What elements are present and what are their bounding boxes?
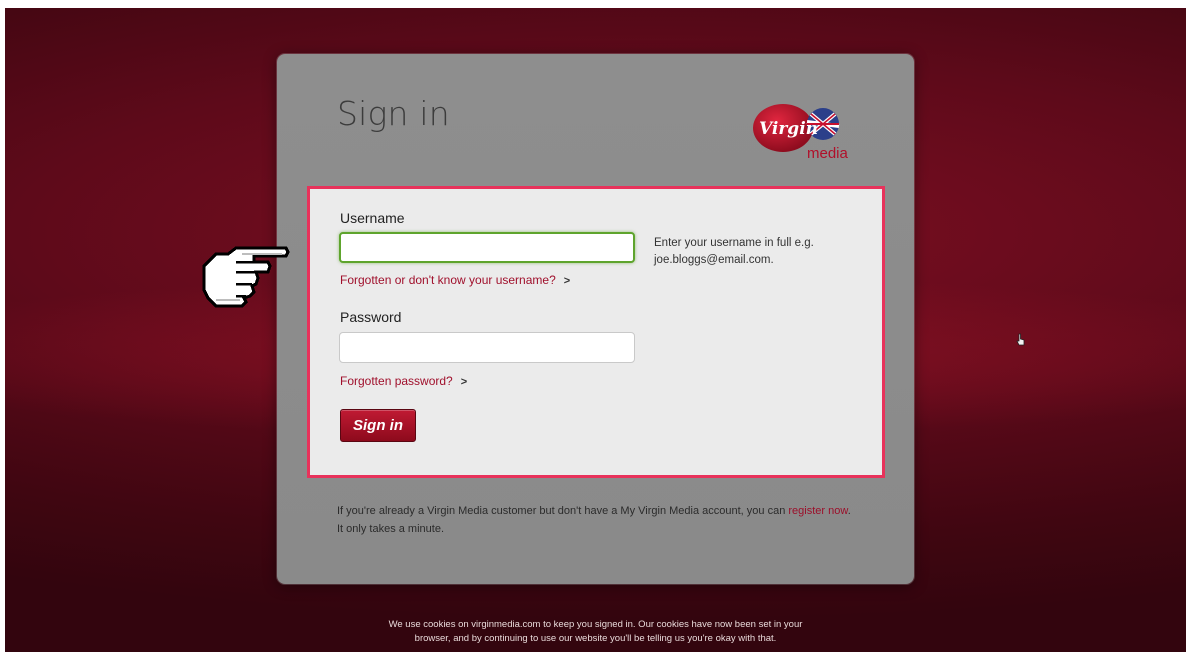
pointing-hand-icon: [202, 246, 290, 308]
cookie-notice: We use cookies on virginmedia.com to kee…: [5, 618, 1186, 646]
username-label: Username: [340, 210, 405, 226]
virgin-media-logo: Virgin media: [753, 104, 849, 162]
chevron-right-icon: >: [460, 376, 468, 388]
signin-button[interactable]: Sign in: [340, 409, 416, 442]
forgot-password-link[interactable]: Forgotten password? >: [340, 374, 467, 388]
logo-subtitle: media: [807, 145, 849, 162]
chevron-right-icon: >: [563, 275, 571, 287]
register-info: If you're already a Virgin Media custome…: [337, 502, 857, 538]
forgot-username-link[interactable]: Forgotten or don't know your username? >: [340, 273, 570, 287]
page-background: Sign in Virgin media Username Enter your: [5, 8, 1186, 652]
page-title: Sign in: [337, 94, 450, 133]
forgot-password-label: Forgotten password?: [340, 374, 453, 388]
forgot-username-label: Forgotten or don't know your username?: [340, 273, 556, 287]
cookie-notice-line-1: We use cookies on virginmedia.com to kee…: [388, 619, 803, 630]
username-help-text: Enter your username in full e.g. joe.blo…: [654, 237, 814, 266]
cookie-notice-line-2: browser, and by continuing to use our we…: [414, 633, 777, 644]
username-input[interactable]: [339, 232, 635, 263]
password-label: Password: [340, 309, 402, 325]
signin-form: Username Enter your username in full e.g…: [307, 186, 885, 478]
logo-wordmark: Virgin: [759, 119, 818, 139]
register-now-link[interactable]: register now: [788, 505, 847, 517]
password-input[interactable]: [339, 332, 635, 363]
mouse-cursor-icon: [1016, 333, 1025, 346]
register-info-text: If you're already a Virgin Media custome…: [337, 505, 786, 517]
signin-panel: Sign in Virgin media Username Enter your: [277, 54, 914, 584]
